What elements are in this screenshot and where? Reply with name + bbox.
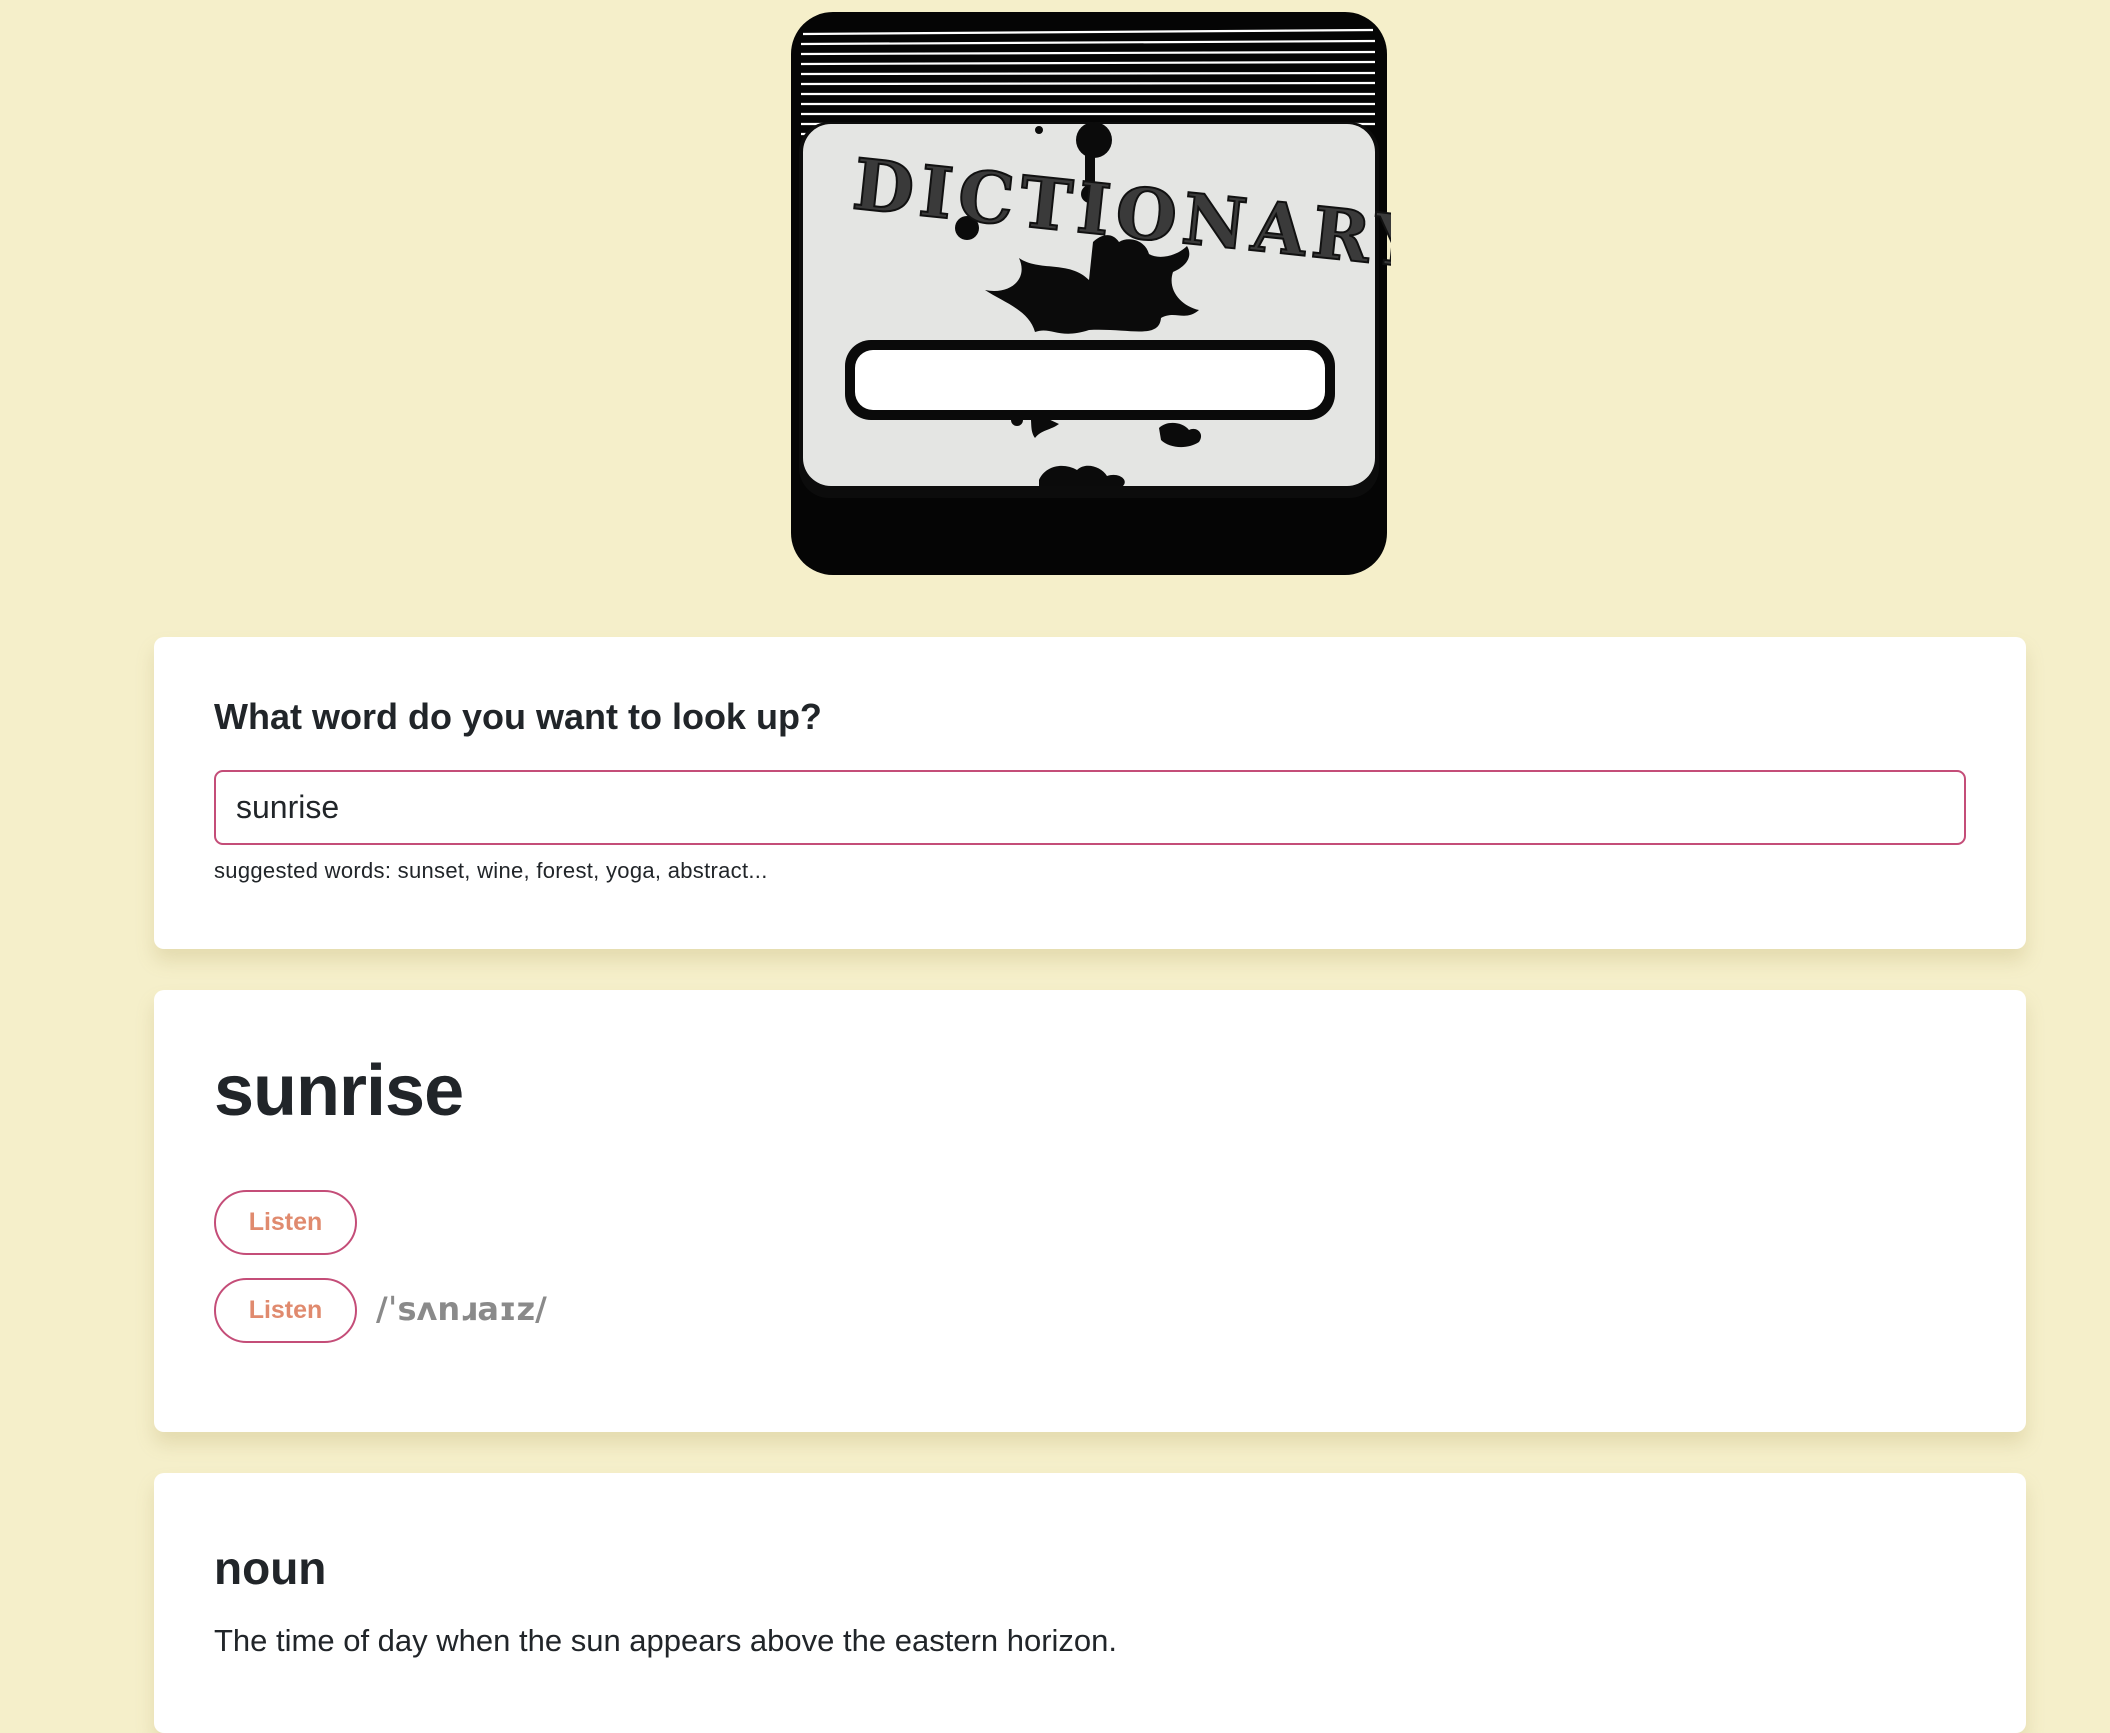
meaning-card: noun The time of day when the sun appear… [154, 1473, 2026, 1733]
listen-button[interactable]: Listen [214, 1190, 357, 1255]
search-card: What word do you want to look up? sugges… [154, 637, 2026, 949]
search-input[interactable] [214, 770, 1966, 845]
part-of-speech: noun [214, 1542, 327, 1594]
phonetic-text: /ˈsʌnɹaɪz/ [376, 1290, 547, 1328]
dictionary-book-logo-icon: DICTIONARY [791, 12, 1391, 575]
listen-button-phonetic[interactable]: Listen [214, 1278, 357, 1343]
word-title: sunrise [214, 1051, 464, 1131]
suggested-words-hint: suggested words: sunset, wine, forest, y… [214, 858, 768, 883]
word-card: sunrise Listen Listen /ˈsʌnɹaɪz/ [154, 990, 2026, 1432]
search-heading: What word do you want to look up? [214, 696, 822, 737]
dictionary-logo: DICTIONARY [789, 10, 1391, 578]
definition-text: The time of day when the sun appears abo… [214, 1623, 1118, 1658]
